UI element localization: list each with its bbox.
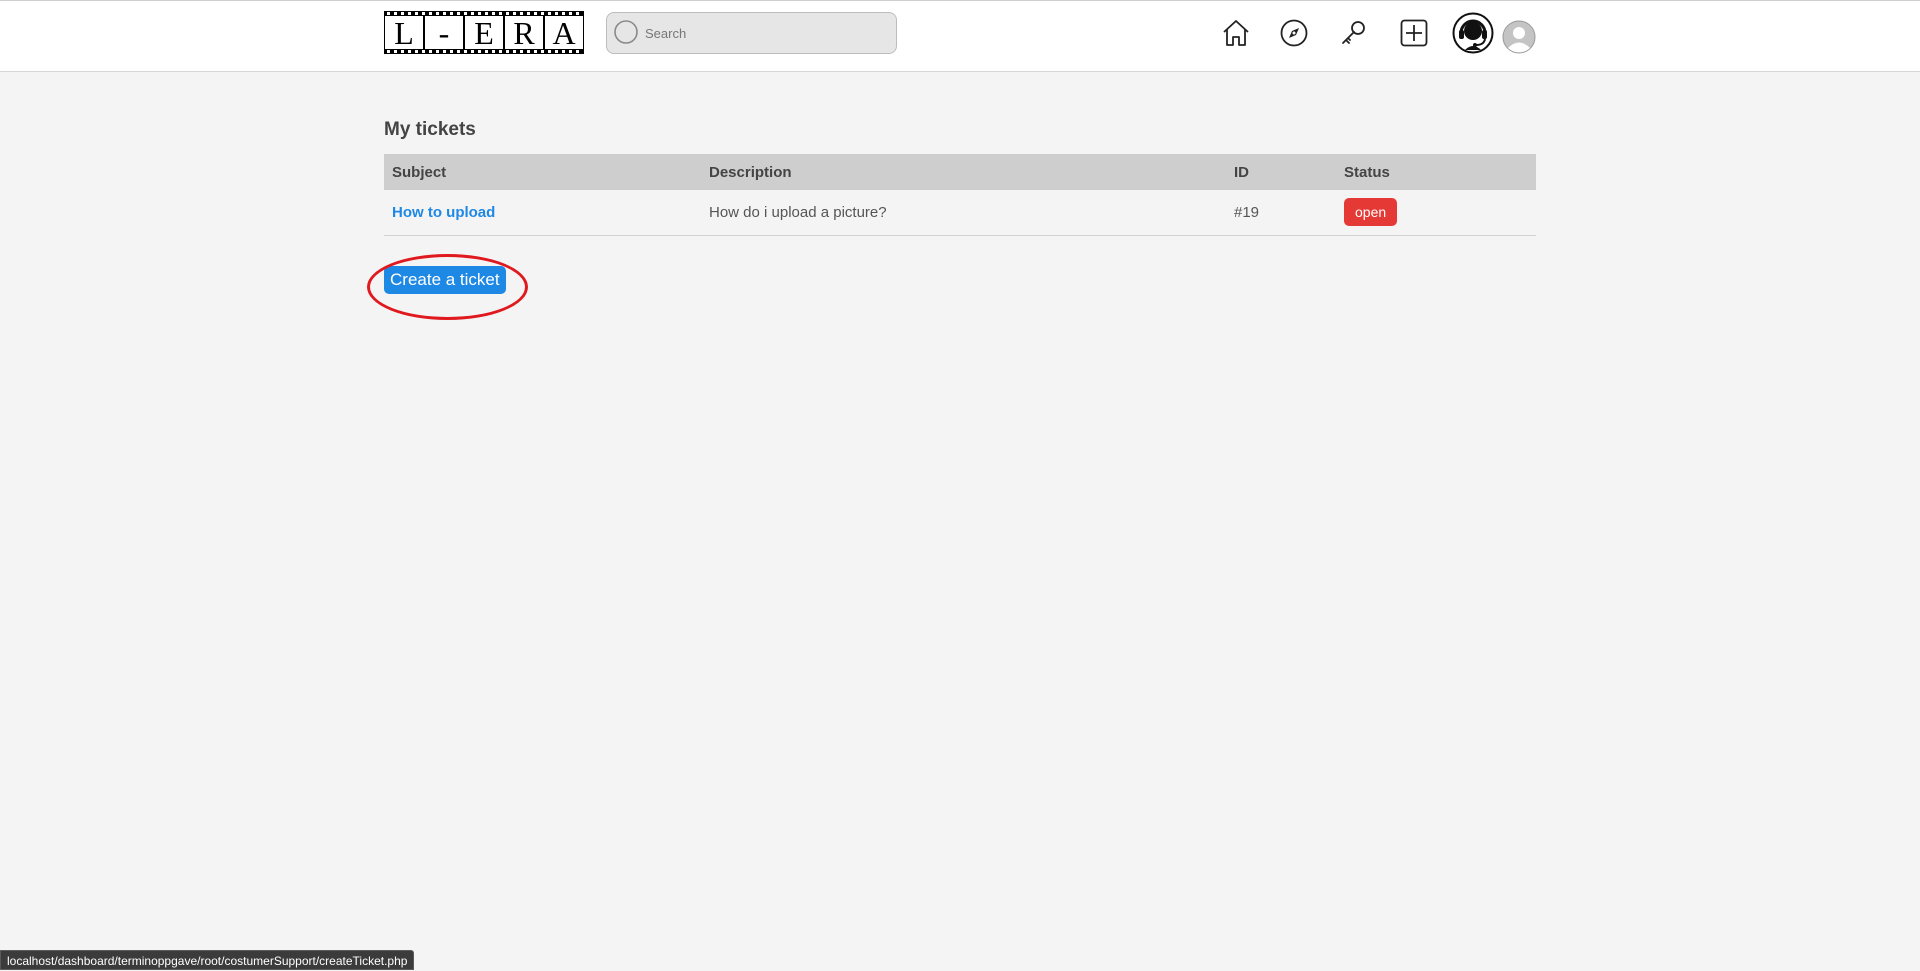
table-row: How to upload How do i upload a picture?… [384, 190, 1536, 235]
create-ticket-button[interactable]: Create a ticket [384, 266, 506, 294]
ticket-subject-link[interactable]: How to upload [392, 204, 495, 221]
profile-avatar-icon[interactable] [1502, 20, 1536, 54]
page-title: My tickets [384, 119, 476, 140]
table-header-row: Subject Description ID Status [384, 154, 1536, 190]
ticket-id: #19 [1234, 203, 1260, 221]
column-header-description: Description [709, 163, 792, 181]
svg-text:-: - [439, 15, 450, 51]
svg-text:E: E [474, 15, 494, 51]
status-badge: open [1344, 198, 1398, 227]
plus-square-icon[interactable] [1397, 16, 1431, 50]
support-headset-icon[interactable] [1452, 12, 1494, 54]
home-icon[interactable] [1219, 16, 1253, 50]
search-input[interactable] [645, 23, 885, 43]
ticket-description: How do i upload a picture? [709, 203, 887, 221]
compass-icon[interactable] [1277, 16, 1311, 50]
film-strip-logo: L-ERA [384, 11, 584, 54]
browser-status-bar-url: localhost/dashboard/terminoppgave/root/c… [0, 950, 415, 970]
tickets-section: My tickets Subject Description ID Status… [384, 118, 1536, 236]
search-box[interactable] [606, 12, 897, 54]
svg-text:L: L [394, 15, 414, 51]
key-icon[interactable] [1337, 16, 1371, 50]
svg-text:R: R [513, 15, 535, 51]
svg-text:A: A [552, 15, 575, 51]
tickets-table: Subject Description ID Status How to upl… [384, 154, 1536, 236]
top-navigation-bar: L-ERA [0, 0, 1920, 72]
column-header-status: Status [1344, 163, 1390, 181]
column-header-id: ID [1234, 163, 1249, 181]
site-logo[interactable]: L-ERA [384, 11, 584, 54]
column-header-subject: Subject [392, 163, 447, 181]
search-icon [614, 20, 638, 44]
